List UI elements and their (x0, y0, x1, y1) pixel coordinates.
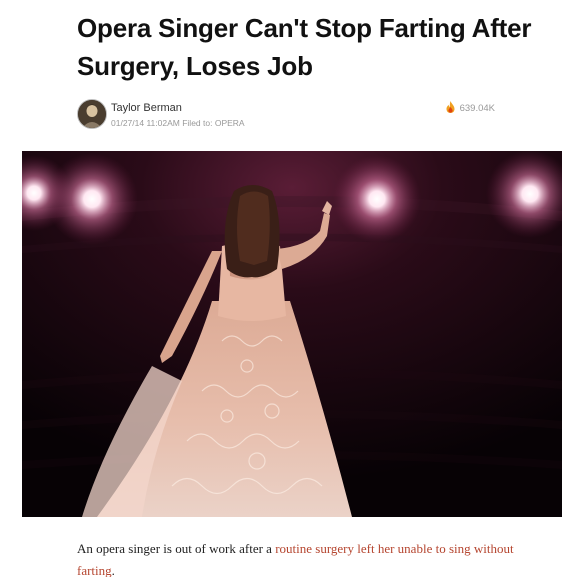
hero-image[interactable] (22, 151, 562, 517)
body-text-end: . (111, 563, 115, 577)
view-count-value: 639.04K (459, 103, 495, 114)
headline[interactable]: Opera Singer Can't Stop Farting After Su… (77, 9, 557, 85)
filed-to-tag[interactable]: OPERA (215, 118, 245, 128)
article-body: An opera singer is out of work after a r… (77, 538, 547, 577)
author-avatar[interactable] (77, 99, 107, 129)
byline: Taylor Berman 01/27/14 11:02AM Filed to:… (77, 99, 557, 131)
filed-to-label: Filed to: (182, 118, 213, 128)
author-name[interactable]: Taylor Berman (111, 102, 182, 114)
article: Opera Singer Can't Stop Farting After Su… (0, 0, 582, 577)
opera-singer-on-stage-photo (22, 151, 562, 517)
body-text-lead: An opera singer is out of work after a (77, 541, 276, 556)
flame-icon (446, 101, 455, 116)
post-meta: 01/27/14 11:02AM Filed to: OPERA (111, 118, 245, 128)
post-date: 01/27/14 11:02AM (111, 118, 180, 128)
view-count: 639.04K (446, 101, 495, 116)
